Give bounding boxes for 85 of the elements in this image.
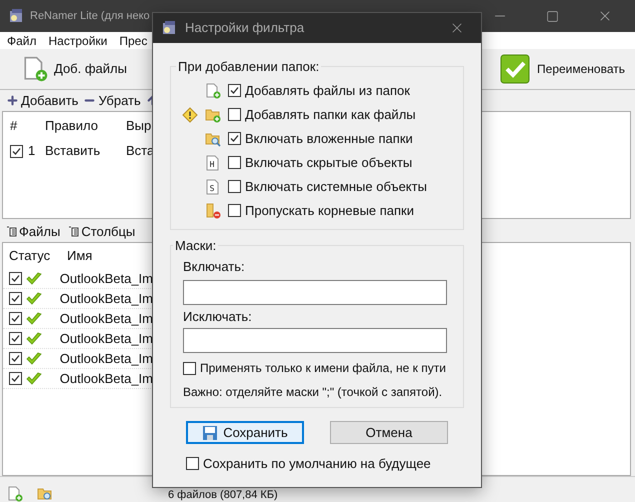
menu-item[interactable]: Настройки: [48, 32, 108, 50]
checkbox-square[interactable]: [228, 180, 241, 193]
checkbox-square[interactable]: [228, 108, 241, 121]
list-icon: [68, 226, 80, 237]
column-header[interactable]: Имя: [61, 246, 92, 266]
checkbox-square[interactable]: [228, 204, 241, 217]
checkbox-square[interactable]: [228, 84, 241, 97]
checkbox-square[interactable]: [186, 457, 199, 470]
save-button[interactable]: Сохранить: [186, 421, 304, 444]
checkbox-square[interactable]: [183, 362, 196, 374]
table-cell-text: OutlookBeta_Im: [58, 330, 153, 348]
columns-menu-button[interactable]: Столбцы: [68, 222, 136, 241]
checkbox[interactable]: [9, 332, 22, 345]
include-field[interactable]: [183, 280, 447, 304]
folder-search-icon[interactable]: [37, 486, 53, 502]
option-label: Добавлять папки как файлы: [245, 106, 416, 124]
remove-rule-button[interactable]: Убрать: [83, 90, 141, 110]
file-add-icon: [205, 82, 221, 98]
group-title: Маски:: [174, 236, 218, 254]
file-icon: H: [206, 154, 220, 170]
checkbox[interactable]: [9, 272, 22, 285]
option-label: Включать системные объекты: [245, 178, 427, 196]
option-checkbox[interactable]: Добавлять файлы из папок: [228, 80, 410, 100]
menu-item[interactable]: Прес: [119, 32, 148, 50]
option-checkbox[interactable]: Включать системные объекты: [228, 176, 427, 196]
window-title: ReNamer Lite (для неко: [30, 8, 150, 24]
checkbox[interactable]: [9, 292, 22, 305]
checkmark-icon: [500, 54, 530, 84]
list-icon: [6, 226, 17, 237]
option-label: Включать вложенные папки: [245, 130, 413, 148]
checkbox[interactable]: [9, 372, 22, 385]
option-label: Сохранить по умолчанию на будущее: [203, 455, 431, 473]
add-rule-button[interactable]: Добавить: [6, 90, 78, 110]
status-text: 6 файлов (807,84 КБ): [168, 489, 278, 502]
files-menu-button[interactable]: Файлы: [6, 222, 60, 241]
add-files-button[interactable]: Доб. файлы: [22, 56, 127, 82]
field-label: Включать:: [183, 258, 246, 276]
checkmark-icon: [26, 292, 42, 306]
checkbox[interactable]: [9, 352, 22, 365]
cancel-button[interactable]: Отмена: [330, 421, 448, 444]
checkbox-square[interactable]: [228, 132, 241, 145]
checkbox[interactable]: [9, 312, 22, 325]
maximize-icon[interactable]: [546, 10, 559, 22]
checkmark-icon: [26, 352, 42, 366]
file-add-icon: [22, 56, 48, 82]
option-checkbox[interactable]: Пропускать корневые папки: [228, 200, 414, 220]
menu-item[interactable]: Файл: [7, 32, 37, 50]
table-cell-text: 1: [28, 142, 36, 160]
option-checkbox[interactable]: Включать скрытые объекты: [228, 152, 412, 172]
option-checkbox[interactable]: Включать вложенные папки: [228, 128, 413, 148]
column-header[interactable]: Статус: [3, 246, 61, 266]
table-cell-text: OutlookBeta_Im: [58, 310, 153, 328]
option-label: Добавлять файлы из папок: [245, 82, 410, 100]
folder-remove-icon: [205, 202, 221, 218]
table-cell-text: OutlookBeta_Im: [58, 270, 153, 288]
warning-icon: [182, 106, 198, 122]
table-cell-text: OutlookBeta_Im: [58, 350, 153, 368]
checkmark-icon: [26, 372, 42, 386]
app-icon: [161, 20, 177, 36]
exclude-field[interactable]: [183, 328, 447, 353]
table-cell-text: Вставить: [44, 142, 102, 160]
file-add-icon: [7, 486, 23, 502]
checkbox[interactable]: [10, 144, 23, 158]
dialog-title: Настройки фильтра: [185, 19, 304, 38]
app-icon: [8, 8, 24, 24]
checkmark-icon: [26, 272, 42, 286]
table-cell-text: OutlookBeta_Im: [58, 370, 153, 388]
checkmark-icon: [26, 332, 42, 346]
checkbox-square[interactable]: [228, 156, 241, 169]
option-label: Включать скрытые объекты: [245, 154, 412, 172]
file-icon: S: [206, 178, 220, 194]
hint-text: Важно: отделяйте маски ";" (точкой с запятой).: [183, 384, 444, 401]
column-header[interactable]: Правило: [43, 116, 123, 136]
option-checkbox[interactable]: Добавлять папки как файлы: [228, 104, 416, 124]
column-header[interactable]: #: [3, 116, 43, 136]
plus-icon: [6, 94, 19, 107]
field-label: Исключать:: [183, 308, 253, 326]
option-label: Пропускать корневые папки: [245, 202, 414, 220]
group-title: При добавлении папок:: [177, 58, 320, 76]
folder-add-icon: [205, 106, 221, 122]
rename-button[interactable]: Переименовать: [500, 54, 625, 84]
checkmark-icon: [26, 312, 42, 326]
option-checkbox[interactable]: Сохранить по умолчанию на будущее: [186, 454, 464, 474]
folder-search-icon: [205, 130, 221, 146]
table-cell-text: OutlookBeta_Im: [58, 290, 153, 308]
